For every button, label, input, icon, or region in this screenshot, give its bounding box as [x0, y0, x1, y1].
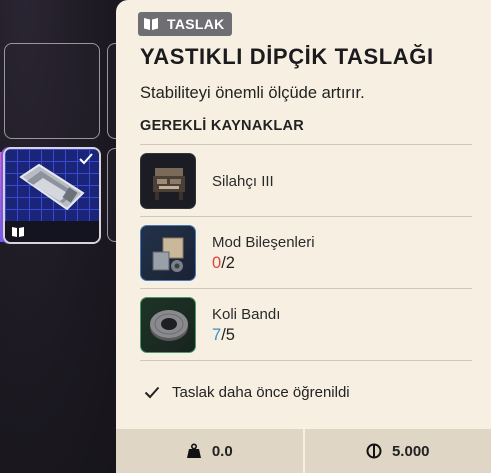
workbench-icon [140, 153, 196, 209]
resource-name: Silahçı III [212, 172, 274, 190]
resource-have: 0 [212, 253, 222, 272]
resource-name: Mod Bileşenleri [212, 233, 315, 251]
learned-check-icon [79, 153, 93, 165]
coin-icon [366, 443, 382, 459]
badge-label: TASLAK [167, 16, 225, 32]
resource-row[interactable]: Silahçı III [140, 145, 472, 217]
mod-components-icon [140, 225, 196, 281]
item-stats-bar: 0.0 5.000 [116, 429, 491, 473]
resource-need: /5 [221, 325, 235, 344]
resource-row[interactable]: Mod Bileşenleri 0/2 [140, 217, 472, 289]
resource-name: Koli Bandı [212, 305, 281, 323]
inventory-slot-selected-blueprint[interactable] [3, 147, 101, 244]
item-title: YASTIKLI DİPÇİK TASLAĞI [140, 44, 434, 69]
resource-count: 7/5 [212, 326, 280, 345]
weight-icon [186, 443, 201, 458]
required-resources-heading: GEREKLİ KAYNAKLAR [140, 118, 305, 134]
resource-need: /2 [221, 253, 235, 272]
learned-status: Taslak daha önce öğrenildi [144, 384, 350, 401]
price-stat: 5.000 [302, 429, 491, 473]
padded-stock-icon [19, 163, 85, 211]
inventory-slot-empty[interactable] [4, 43, 100, 139]
blueprint-detail-panel: TASLAK YASTIKLI DİPÇİK TASLAĞI Stabilite… [116, 0, 491, 473]
resource-count: 0/2 [212, 254, 315, 273]
book-icon [12, 227, 24, 237]
weight-stat: 0.0 [116, 429, 303, 473]
learned-label: Taslak daha önce öğrenildi [172, 384, 350, 401]
weight-value: 0.0 [211, 442, 233, 460]
duct-tape-icon [140, 297, 196, 353]
price-value: 5.000 [391, 442, 430, 460]
resource-row[interactable]: Koli Bandı 7/5 [140, 289, 472, 361]
check-icon [144, 386, 160, 399]
type-badge: TASLAK [138, 12, 232, 36]
item-description: Stabiliteyi önemli ölçüde artırır. [140, 84, 365, 102]
resource-have: 7 [212, 325, 222, 344]
book-icon [141, 15, 161, 33]
divider [140, 360, 472, 361]
